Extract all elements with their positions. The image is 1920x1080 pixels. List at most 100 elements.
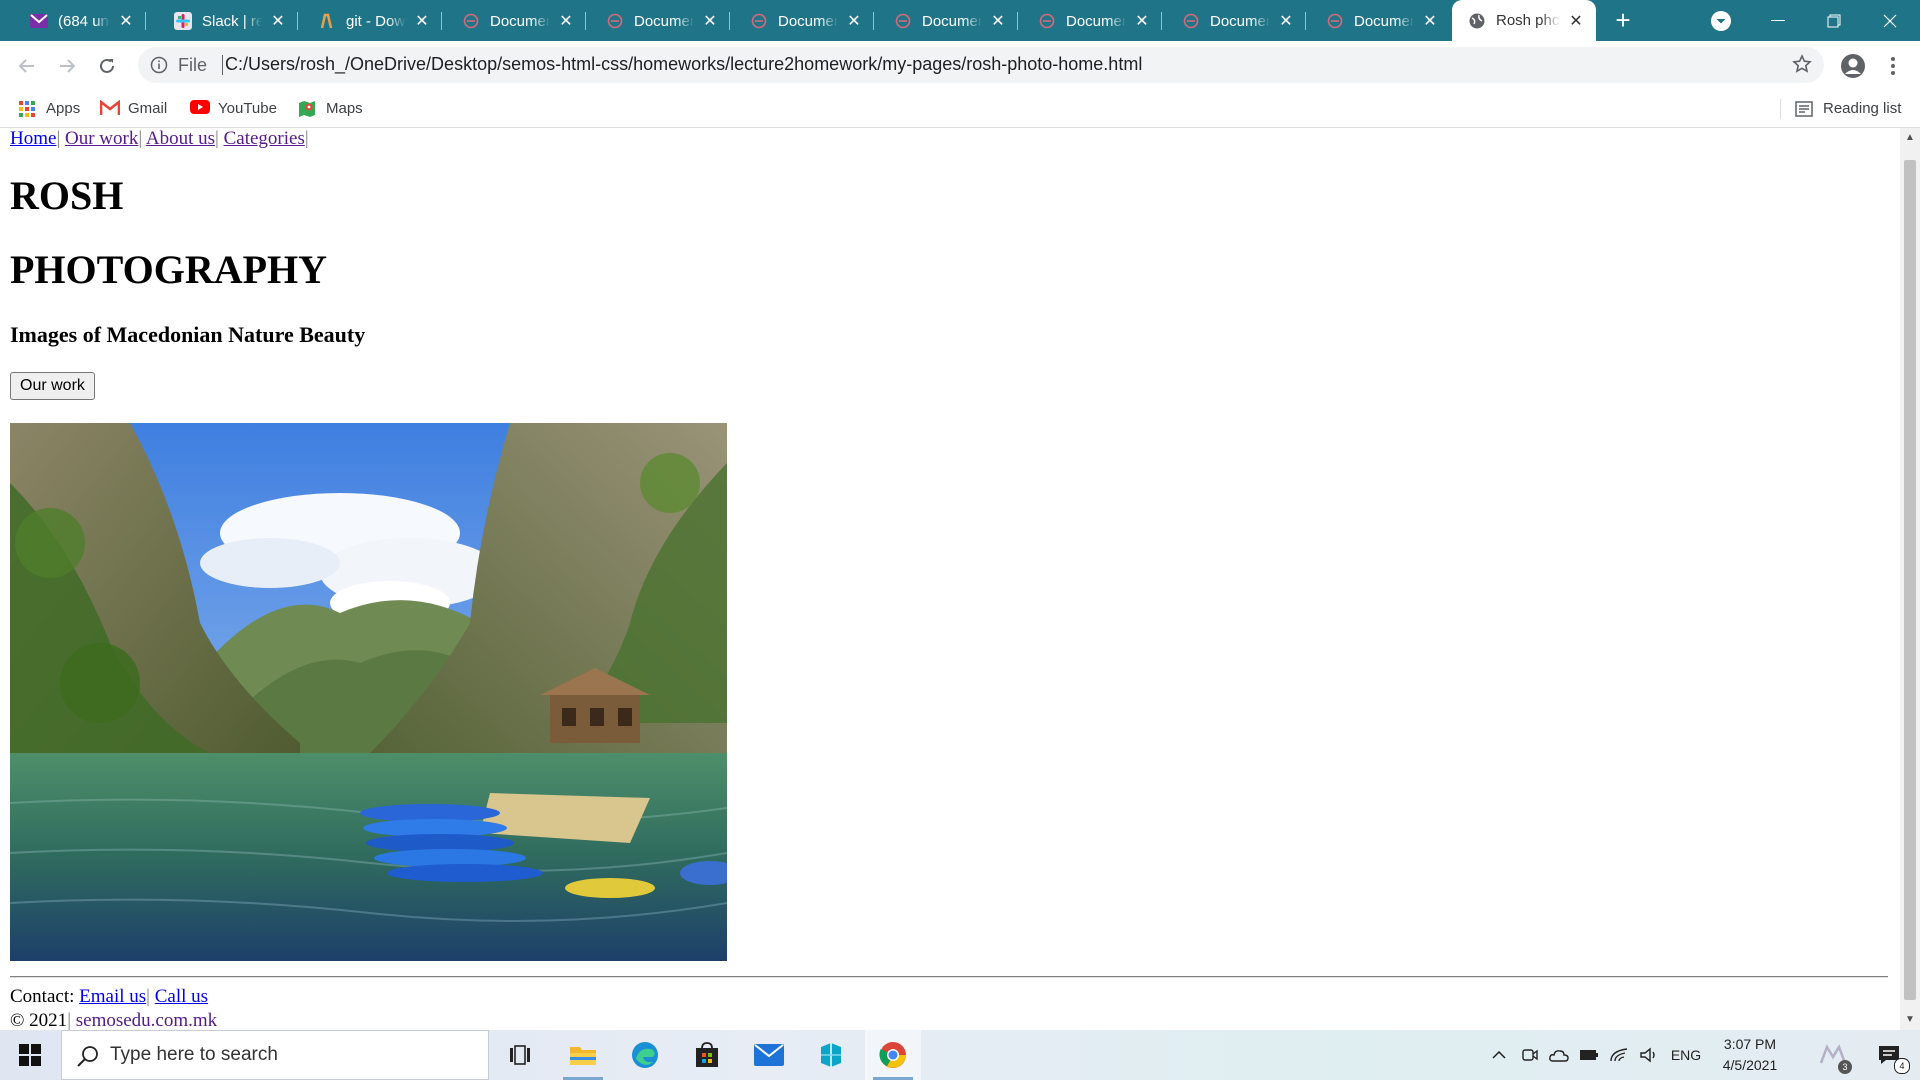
tab-separator bbox=[1017, 12, 1018, 30]
meet-app-icon[interactable]: 3 bbox=[1812, 1030, 1856, 1080]
tab-title: Document bbox=[634, 12, 694, 30]
show-hidden-icons-chevron-icon[interactable] bbox=[1486, 1030, 1512, 1080]
clock-date: 4/5/2021 bbox=[1722, 1057, 1778, 1073]
tab-separator bbox=[873, 12, 874, 30]
notifications-icon[interactable]: 4 bbox=[1864, 1030, 1914, 1080]
email-us-link[interactable]: Email us bbox=[79, 986, 146, 1007]
chrome-icon[interactable] bbox=[865, 1030, 921, 1080]
tab-rosh-photo[interactable]: Rosh photo ✕ bbox=[1452, 0, 1596, 41]
scroll-thumb[interactable] bbox=[1904, 160, 1916, 1000]
browser-toolbar: File C:/Users/rosh_/OneDrive/Desktop/sem… bbox=[0, 41, 1920, 90]
tab-document[interactable]: Document ✕ bbox=[590, 6, 730, 36]
menu-kebab-icon[interactable] bbox=[1876, 49, 1910, 83]
nav-link-categories[interactable]: Categories bbox=[224, 128, 305, 149]
close-tab-icon[interactable]: ✕ bbox=[556, 11, 576, 31]
document-icon bbox=[894, 12, 912, 30]
apps-grid-icon bbox=[18, 100, 36, 118]
address-bar[interactable]: File C:/Users/rosh_/OneDrive/Desktop/sem… bbox=[138, 47, 1824, 83]
meet-now-icon[interactable] bbox=[1518, 1030, 1542, 1080]
back-icon[interactable] bbox=[10, 49, 44, 83]
close-window-icon[interactable] bbox=[1862, 0, 1918, 41]
tab-search-icon[interactable] bbox=[1710, 10, 1732, 32]
scheme-label: File bbox=[178, 55, 208, 75]
onedrive-cloud-icon[interactable] bbox=[1546, 1030, 1572, 1080]
tab-document[interactable]: Document ✕ bbox=[734, 6, 874, 36]
close-tab-icon[interactable]: ✕ bbox=[844, 11, 864, 31]
nav-link-our-work[interactable]: Our work bbox=[65, 128, 138, 149]
site-info-icon[interactable] bbox=[150, 56, 168, 74]
profile-avatar-icon[interactable] bbox=[1836, 49, 1870, 83]
tab-title: Document bbox=[778, 12, 838, 30]
close-tab-icon[interactable]: ✕ bbox=[116, 11, 136, 31]
our-work-button[interactable]: Our work bbox=[10, 372, 95, 400]
tab-title: git - Down bbox=[346, 12, 406, 30]
close-tab-icon[interactable]: ✕ bbox=[1276, 11, 1296, 31]
close-tab-icon[interactable]: ✕ bbox=[700, 11, 720, 31]
wifi-icon[interactable] bbox=[1606, 1030, 1632, 1080]
page-scrollbar[interactable]: ▲ ▼ bbox=[1900, 128, 1920, 1030]
tab-document[interactable]: Document ✕ bbox=[446, 6, 586, 36]
close-tab-icon[interactable]: ✕ bbox=[1132, 11, 1152, 31]
scroll-up-arrow-icon[interactable]: ▲ bbox=[1900, 128, 1920, 148]
bookmark-label: YouTube bbox=[218, 100, 277, 117]
tab-document[interactable]: Document ✕ bbox=[878, 6, 1018, 36]
edge-icon[interactable] bbox=[617, 1030, 673, 1080]
forward-icon[interactable] bbox=[50, 49, 84, 83]
notification-count-badge: 4 bbox=[1894, 1058, 1910, 1074]
url-text[interactable]: C:/Users/rosh_/OneDrive/Desktop/semos-ht… bbox=[225, 54, 1142, 75]
file-explorer-icon[interactable] bbox=[555, 1030, 611, 1080]
tab-title: Document bbox=[1066, 12, 1126, 30]
bookmark-gmail[interactable]: Gmail bbox=[99, 90, 168, 127]
bookmark-youtube[interactable]: YouTube bbox=[190, 90, 277, 127]
close-tab-icon[interactable]: ✕ bbox=[412, 11, 432, 31]
restore-window-icon[interactable] bbox=[1806, 0, 1862, 41]
taskbar-search-box[interactable]: Type here to search bbox=[61, 1030, 489, 1080]
bookmarks-bar: Apps Gmail YouTube Maps Reading list bbox=[0, 90, 1920, 128]
windows-start-icon[interactable] bbox=[0, 1030, 60, 1080]
close-tab-icon[interactable]: ✕ bbox=[268, 11, 288, 31]
reading-list-button[interactable]: Reading list bbox=[1795, 90, 1901, 127]
battery-icon[interactable] bbox=[1576, 1030, 1602, 1080]
new-tab-button[interactable]: + bbox=[1610, 7, 1636, 34]
volume-icon[interactable] bbox=[1636, 1030, 1662, 1080]
close-tab-icon[interactable]: ✕ bbox=[1420, 11, 1440, 31]
bookmark-label: Apps bbox=[46, 100, 81, 117]
call-us-link[interactable]: Call us bbox=[155, 986, 208, 1007]
tab-git[interactable]: git - Down ✕ bbox=[302, 6, 442, 36]
slack-icon bbox=[174, 12, 192, 30]
tab-document[interactable]: Document ✕ bbox=[1022, 6, 1162, 36]
tab-gmail[interactable]: (684 unread) ✕ bbox=[14, 6, 146, 36]
page-viewport: Home| Our work| About us| Categories| RO… bbox=[0, 128, 1900, 1030]
document-icon bbox=[750, 12, 768, 30]
tab-strip: (684 unread) ✕ Slack | re ✕ git - Down ✕… bbox=[0, 0, 1920, 41]
tab-separator bbox=[729, 12, 730, 30]
tab-title: Document bbox=[1210, 12, 1270, 30]
bookmark-maps[interactable]: Maps bbox=[298, 90, 363, 127]
brand-title-line1: ROSH bbox=[10, 173, 124, 218]
site-link[interactable]: semosedu.com.mk bbox=[76, 1010, 217, 1030]
tab-slack[interactable]: Slack | re ✕ bbox=[158, 6, 298, 36]
tab-document[interactable]: Document ✕ bbox=[1310, 6, 1450, 36]
close-tab-icon[interactable]: ✕ bbox=[1566, 11, 1586, 31]
task-view-icon[interactable] bbox=[492, 1030, 548, 1080]
mail-icon[interactable] bbox=[741, 1030, 797, 1080]
tab-title: Document bbox=[1354, 12, 1414, 30]
nav-link-home[interactable]: Home bbox=[10, 128, 56, 149]
footer-divider bbox=[10, 976, 1888, 978]
store-icon[interactable] bbox=[679, 1030, 735, 1080]
system-clock[interactable]: 3:07 PM 4/5/2021 bbox=[1700, 1034, 1800, 1076]
globe-icon bbox=[1468, 12, 1486, 30]
close-tab-icon[interactable]: ✕ bbox=[988, 11, 1008, 31]
bookmark-star-icon[interactable] bbox=[1792, 54, 1814, 76]
tab-document[interactable]: Document ✕ bbox=[1166, 6, 1306, 36]
bookmark-apps[interactable]: Apps bbox=[18, 90, 80, 127]
bookmark-label: Gmail bbox=[128, 100, 168, 117]
footer-separator: | bbox=[146, 986, 150, 1007]
azure-data-studio-icon[interactable] bbox=[803, 1030, 859, 1080]
scroll-down-arrow-icon[interactable]: ▼ bbox=[1900, 1010, 1920, 1030]
minimize-window-icon[interactable] bbox=[1750, 0, 1806, 41]
reload-icon[interactable] bbox=[90, 49, 124, 83]
youtube-icon bbox=[190, 99, 210, 118]
tab-title: Document bbox=[922, 12, 982, 30]
nav-link-about-us[interactable]: About us bbox=[146, 128, 215, 149]
